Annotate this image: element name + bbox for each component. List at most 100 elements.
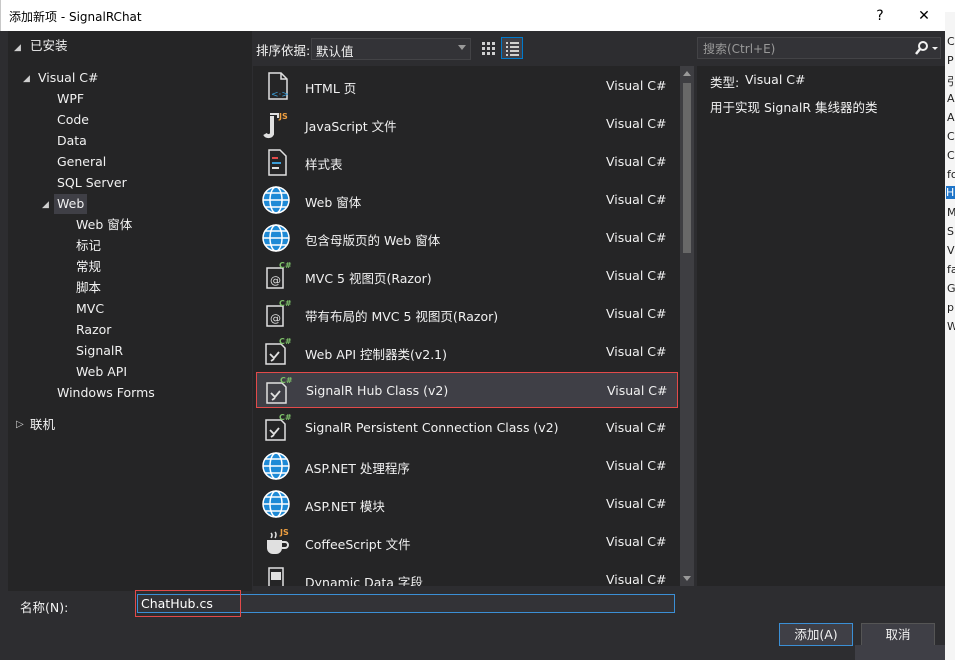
template-language: Visual C# [606,534,667,549]
svg-text:C#: C# [279,261,292,270]
add-button[interactable]: 添加(A) [779,623,853,646]
title-bar: 添加新项 - SignalRChat ? ✕ [0,0,946,31]
svg-text:@: @ [270,274,281,287]
tree-item-general-web[interactable]: 常规 [76,257,101,277]
tree-item-online[interactable]: 联机 [30,415,55,435]
template-language: Visual C# [606,572,667,586]
tree-item-data[interactable]: Data [57,131,87,151]
template-language: Visual C# [606,192,667,207]
template-item[interactable]: Dynamic Data 字段 Visual C# [256,562,678,586]
svg-text:JS: JS [278,112,288,121]
bg-text: C [947,35,955,48]
cs-class-icon: C# [260,412,292,444]
category-tree: ◢ 已安装 ◢ Visual C# WPF Code Data General … [8,31,252,591]
svg-text:C#: C# [279,337,292,346]
template-language: Visual C# [606,154,667,169]
scroll-up-icon[interactable] [683,71,691,76]
template-name: JavaScript 文件 [305,119,397,134]
name-highlight-box [135,590,241,617]
background-left-strip [0,31,8,660]
cs-class-icon: C# [261,375,293,407]
tree-item-sql-server[interactable]: SQL Server [57,173,127,193]
bg-text: C [947,130,955,143]
tree-item-script[interactable]: 脚本 [76,278,101,298]
bg-text: A [947,111,955,124]
scroll-down-icon[interactable] [683,576,691,581]
template-language: Visual C# [607,383,668,398]
template-item[interactable]: JS CoffeeScript 文件 Visual C# [256,524,678,560]
close-button[interactable]: ✕ [907,0,941,31]
help-button[interactable]: ? [863,0,897,31]
template-item[interactable]: Web 窗体 Visual C# [256,182,678,218]
template-item[interactable]: @ C# 带有布局的 MVC 5 视图页(Razor) Visual C# [256,296,678,332]
tree-item-code[interactable]: Code [57,110,89,130]
template-item[interactable]: C# SignalR Persistent Connection Class (v… [256,410,678,446]
small-icons-view-button[interactable] [477,37,499,59]
svg-text:C#: C# [279,413,292,422]
search-icon[interactable] [914,40,940,56]
collapsed-arrow-icon[interactable]: ▷ [16,419,24,430]
expanded-arrow-icon[interactable]: ◢ [42,200,49,210]
template-item[interactable]: C# SignalR Hub Class (v2) Visual C# [256,372,678,408]
tree-item-visual-cs[interactable]: Visual C# [38,68,99,88]
details-panel: 类型: Visual C# 用于实现 SignalR 集线器的类 [697,66,945,586]
template-item[interactable]: 样式表 Visual C# [256,144,678,180]
svg-text:C#: C# [280,376,293,385]
tree-item-signalr[interactable]: SignalR [76,341,123,361]
template-name: 样式表 [305,157,343,172]
sort-dropdown[interactable]: 默认值 [311,38,471,60]
tree-item-markup[interactable]: 标记 [76,236,101,256]
svg-text:<·>: <·> [271,90,289,100]
details-view-button[interactable] [501,37,523,59]
template-item[interactable]: JS JavaScript 文件 Visual C# [256,106,678,142]
tree-item-web[interactable]: Web [54,194,88,214]
tree-item-wpf[interactable]: WPF [57,89,84,109]
tree-item-razor[interactable]: Razor [76,320,111,340]
template-item[interactable]: ASP.NET 模块 Visual C# [256,486,678,522]
type-value: Visual C# [745,72,806,87]
template-name: 带有布局的 MVC 5 视图页(Razor) [305,309,499,324]
tree-item-web-forms[interactable]: Web 窗体 [76,215,132,235]
template-item[interactable]: @ C# MVC 5 视图页(Razor) Visual C# [256,258,678,294]
grid-view-icon [482,42,495,55]
globe-icon [260,488,292,520]
tree-item-installed[interactable]: 已安装 [30,36,68,56]
bg-text: p [947,301,954,314]
search-box[interactable] [697,37,941,59]
bg-text: V [947,244,955,257]
expanded-arrow-icon[interactable]: ◢ [23,74,30,84]
window-title: 添加新项 - SignalRChat [9,10,142,24]
cs-class-icon: C# [260,336,292,368]
tree-item-general[interactable]: General [57,152,106,172]
cancel-button[interactable]: 取消 [861,623,935,646]
template-language: Visual C# [606,306,667,321]
template-name: ASP.NET 处理程序 [305,461,410,476]
list-view-icon [506,42,519,56]
template-name: ASP.NET 模块 [305,499,385,514]
template-item[interactable]: ASP.NET 处理程序 Visual C# [256,448,678,484]
tree-item-web-api[interactable]: Web API [76,362,127,382]
search-input[interactable] [701,39,905,59]
template-name: Web API 控制器类(v2.1) [305,347,448,362]
template-language: Visual C# [606,230,667,245]
template-language: Visual C# [606,344,667,359]
background-panel [855,645,945,660]
coffee-cup-icon: JS [260,526,292,558]
list-scrollbar[interactable] [680,66,694,586]
template-name: HTML 页 [305,81,357,96]
chevron-down-icon [458,45,466,50]
template-item[interactable]: <·> HTML 页 Visual C# [256,68,678,104]
scroll-thumb[interactable] [683,83,691,253]
tree-item-windows-forms[interactable]: Windows Forms [57,383,155,403]
template-name: Dynamic Data 字段 [305,575,423,586]
bg-text: fa [947,263,955,276]
template-item[interactable]: C# Web API 控制器类(v2.1) Visual C# [256,334,678,370]
bg-text: H [946,186,955,199]
template-language: Visual C# [606,78,667,93]
type-label: 类型: [710,75,740,90]
name-label: 名称(N): [20,600,69,615]
expanded-arrow-icon[interactable]: ◢ [14,43,21,53]
tree-item-mvc[interactable]: MVC [76,299,104,319]
bg-text: S [947,225,954,238]
template-item[interactable]: 包含母版页的 Web 窗体 Visual C# [256,220,678,256]
